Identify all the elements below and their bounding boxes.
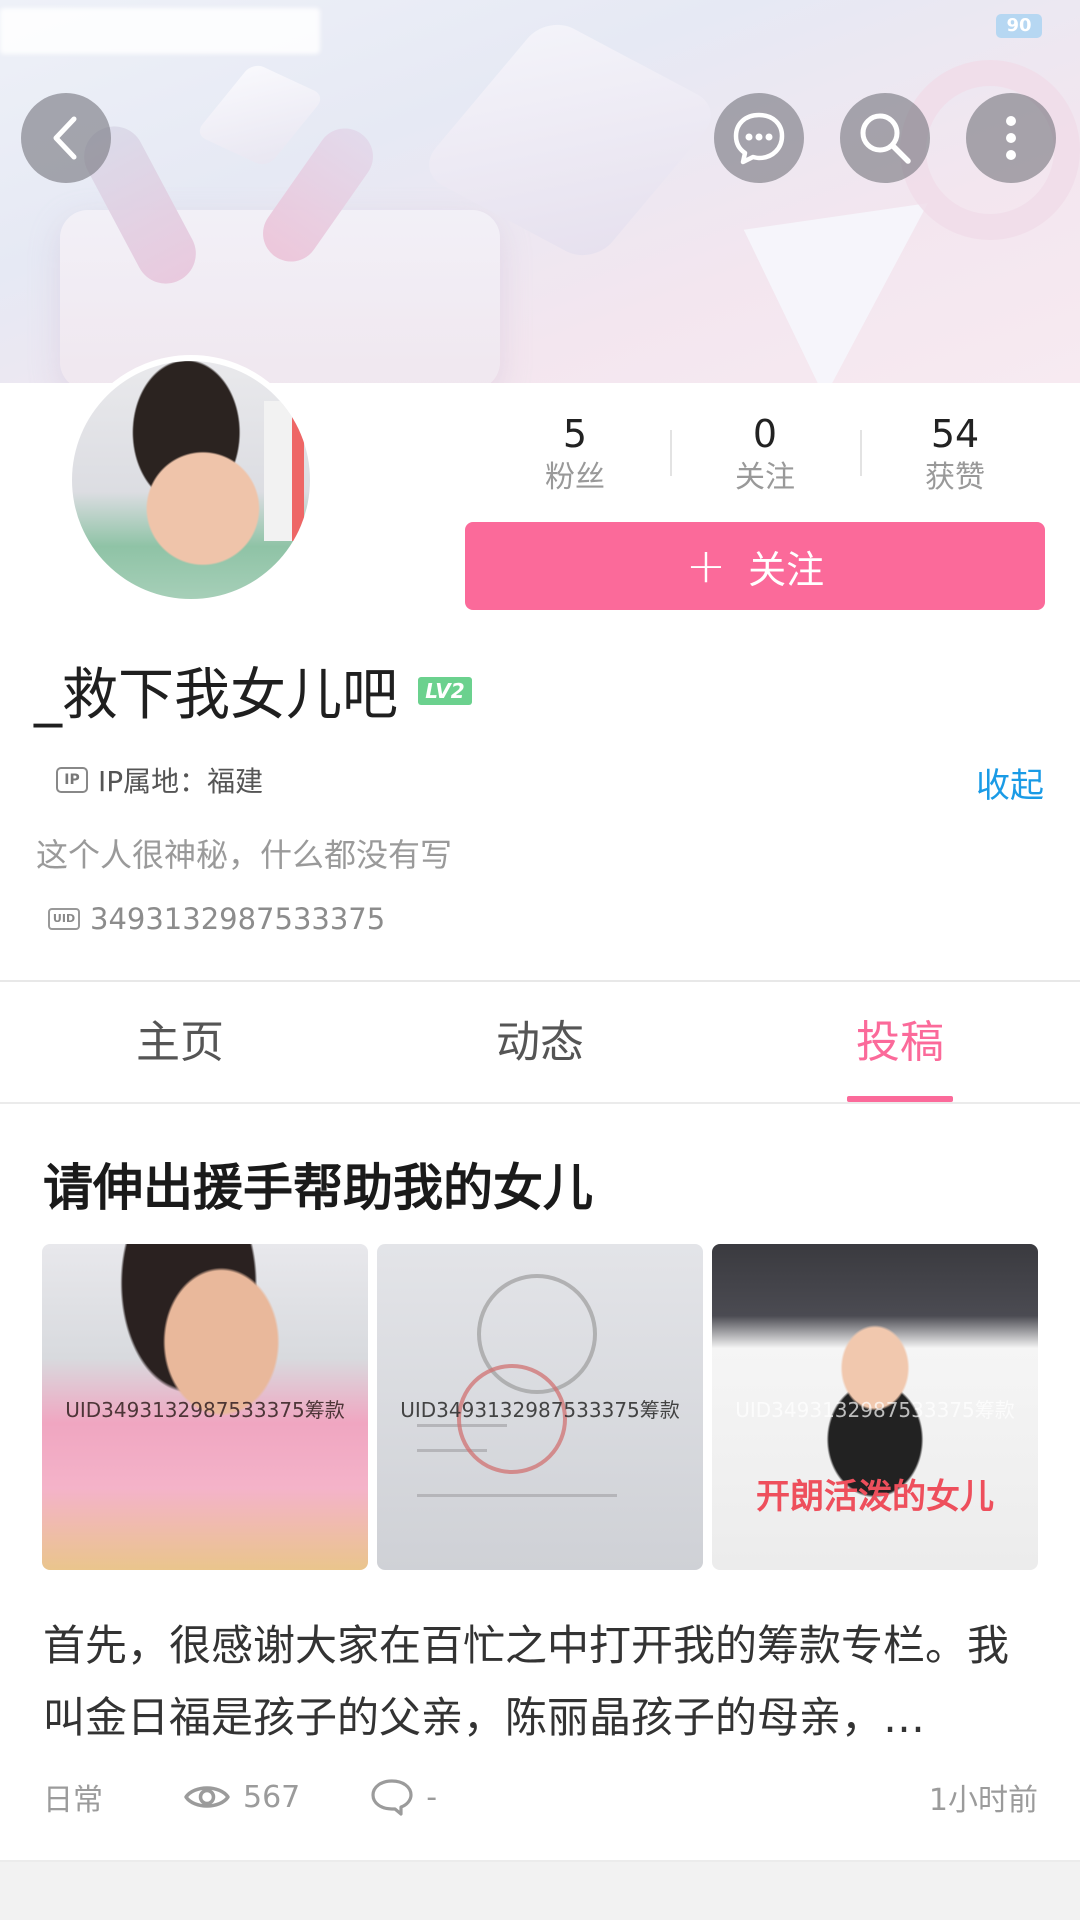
battery-indicator: 90: [996, 14, 1042, 38]
collapse-link[interactable]: 收起: [976, 758, 1044, 807]
plus-icon: +: [685, 538, 727, 594]
post-excerpt[interactable]: 首先，很感谢大家在百忙之中打开我的筹款专栏。我叫金日福是孩子的父亲，陈丽晶孩子的…: [43, 1610, 1043, 1754]
stat-label: 粉丝: [545, 460, 605, 495]
more-icon: [1006, 116, 1016, 160]
post-meta: 日常 567 - 1小时前: [43, 1772, 1038, 1822]
bio: 这个人很神秘，什么都没有写: [36, 836, 453, 874]
stat-label: 关注: [735, 460, 795, 495]
image-caption: 开朗活泼的女儿: [756, 1477, 994, 1517]
stat-value: 54: [930, 412, 980, 456]
ip-location: IP属地：福建: [98, 765, 264, 798]
stat-value: 0: [752, 412, 778, 456]
follow-button[interactable]: + 关注: [465, 522, 1045, 610]
eye-icon: [184, 1786, 230, 1808]
comment-count[interactable]: -: [370, 1778, 437, 1816]
divider: [0, 1102, 1080, 1104]
stat-value: 5: [562, 412, 588, 456]
image-watermark: UID3493132987533375筹款: [735, 1398, 1015, 1422]
avatar[interactable]: [66, 355, 316, 605]
list-footer: [0, 1860, 1080, 1920]
profile-tabs: 主页 动态 投稿: [0, 982, 1080, 1102]
username-row: _救下我女儿吧 LV2: [34, 650, 472, 731]
post-category[interactable]: 日常: [43, 1775, 183, 1819]
tab-activity[interactable]: 动态: [360, 982, 720, 1102]
level-badge: LV2: [418, 676, 472, 705]
post-time: 1小时前: [928, 1783, 1038, 1818]
post-image[interactable]: UID3493132987533375筹款: [377, 1244, 703, 1570]
tab-home[interactable]: 主页: [0, 982, 360, 1102]
stat-fans[interactable]: 5 粉丝: [480, 410, 670, 500]
username: _救下我女儿吧: [34, 663, 398, 728]
banner-decoration: [194, 62, 326, 168]
stat-likes[interactable]: 54 获赞: [860, 410, 1050, 500]
ip-icon: IP: [56, 767, 88, 793]
search-button[interactable]: [840, 93, 930, 183]
tab-posts[interactable]: 投稿: [720, 982, 1080, 1102]
back-button[interactable]: [21, 93, 111, 183]
profile-banner: 90: [0, 0, 1080, 383]
ip-location-row: IP IP属地：福建: [56, 760, 263, 800]
avatar-image: [72, 361, 310, 599]
view-count-value: 567: [243, 1779, 301, 1815]
search-icon: [860, 113, 911, 164]
status-bar-left: [0, 8, 320, 54]
profile-stats: 5 粉丝 0 关注 54 获赞: [480, 410, 1050, 500]
post-title[interactable]: 请伸出援手帮助我的女儿: [43, 1148, 593, 1220]
uid-value: 3493132987533375: [90, 902, 386, 936]
image-watermark: UID3493132987533375筹款: [400, 1398, 680, 1422]
message-icon: [733, 112, 785, 165]
comment-icon: [371, 1779, 413, 1816]
stat-following[interactable]: 0 关注: [670, 410, 860, 500]
uid-row[interactable]: UID 3493132987533375: [48, 902, 385, 936]
post-image[interactable]: UID3493132987533375筹款: [42, 1244, 368, 1570]
back-icon: [53, 116, 77, 160]
more-button[interactable]: [966, 93, 1056, 183]
post-images: UID3493132987533375筹款 UID349313298753337…: [42, 1244, 1038, 1570]
image-watermark: UID3493132987533375筹款: [65, 1398, 345, 1422]
view-count: 567: [183, 1780, 300, 1815]
stat-label: 获赞: [925, 460, 985, 495]
uid-icon: UID: [48, 908, 80, 930]
comment-count-value: -: [426, 1779, 438, 1815]
follow-button-label: 关注: [748, 547, 825, 592]
post-image[interactable]: UID3493132987533375筹款 开朗活泼的女儿: [712, 1244, 1038, 1570]
message-button[interactable]: [714, 93, 804, 183]
